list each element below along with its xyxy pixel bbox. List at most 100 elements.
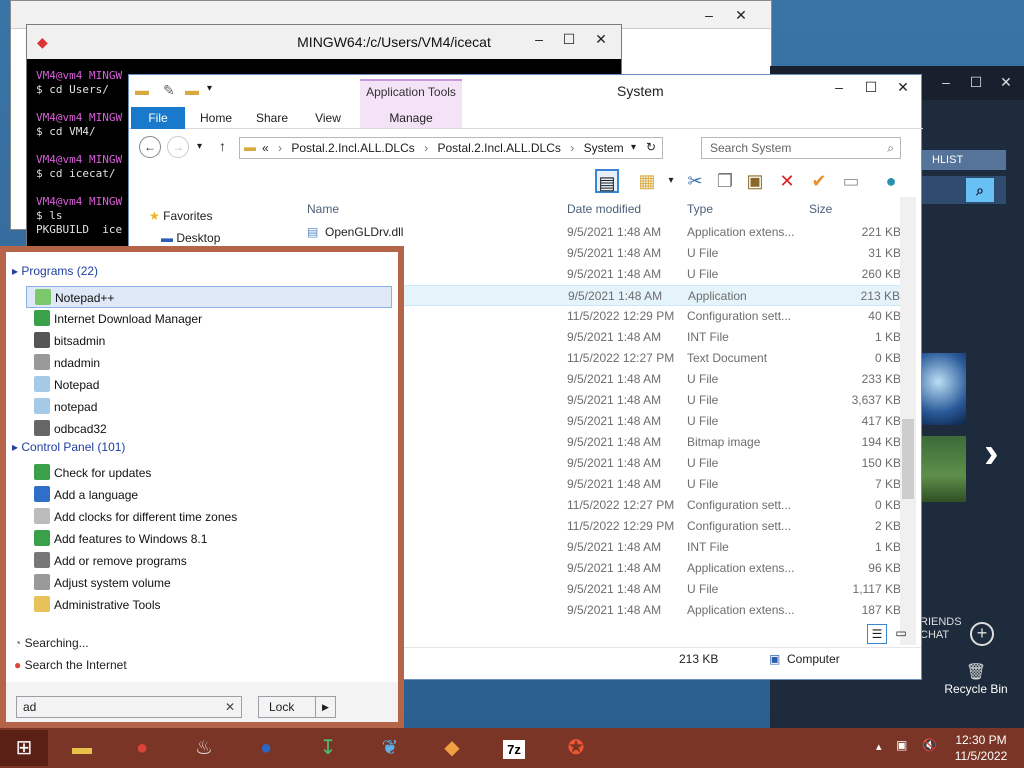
- file-explorer-taskbar-icon[interactable]: ▬: [54, 730, 110, 766]
- recycle-bin[interactable]: 🗑 Recycle Bin: [936, 662, 1016, 696]
- game-art-thumbnail[interactable]: [920, 353, 966, 425]
- minimize-button[interactable]: –: [930, 72, 962, 94]
- paste-icon[interactable]: ▣: [743, 169, 767, 193]
- close-button[interactable]: ✕: [990, 72, 1022, 94]
- breadcrumb-item[interactable]: System: [584, 141, 624, 155]
- file-row[interactable]: ▤ OpenGLDrv.dll 9/5/2021 1:48 AM Applicatio…: [301, 222, 905, 243]
- icecat-taskbar-icon[interactable]: ❦: [362, 730, 418, 766]
- chevron-right-icon[interactable]: ›: [984, 428, 999, 478]
- start-menu-item[interactable]: Administrative Tools: [26, 594, 392, 616]
- properties-icon[interactable]: ▭: [839, 169, 863, 193]
- properties-icon[interactable]: ✎: [163, 82, 175, 99]
- column-name[interactable]: Name: [307, 202, 339, 216]
- copy-icon[interactable]: ❐: [713, 169, 737, 193]
- new-folder-icon[interactable]: ▬: [185, 82, 199, 98]
- breadcrumb-item[interactable]: Postal.2.Incl.ALL.DLCs: [291, 141, 414, 155]
- seven-zip-taskbar-icon[interactable]: 7z: [486, 730, 542, 766]
- minimize-button[interactable]: –: [523, 29, 555, 51]
- start-menu-item[interactable]: Adjust system volume: [26, 572, 392, 594]
- search-internet-item[interactable]: ● Search the Internet: [14, 658, 127, 672]
- nav-favorites[interactable]: ★ Favorites: [149, 209, 212, 223]
- close-button[interactable]: ✕: [887, 77, 919, 99]
- maximize-button[interactable]: ☐: [960, 72, 992, 94]
- file-size: 1 KB: [874, 330, 901, 344]
- forward-icon[interactable]: →: [167, 136, 189, 158]
- chevron-down-icon[interactable]: ▾: [659, 169, 683, 193]
- breadcrumb-item[interactable]: Postal.2.Incl.ALL.DLCs: [437, 141, 560, 155]
- programs-section-header[interactable]: ▸ Programs (22): [12, 264, 98, 278]
- start-menu-item[interactable]: notepad: [26, 396, 392, 418]
- git-taskbar-icon[interactable]: ◆: [424, 730, 480, 766]
- column-size[interactable]: Size: [809, 202, 832, 216]
- delete-icon[interactable]: ✕: [775, 169, 799, 193]
- back-icon[interactable]: ←: [139, 136, 161, 158]
- tab-view[interactable]: View: [303, 107, 353, 129]
- chevron-down-icon[interactable]: ▾: [207, 83, 212, 94]
- preview-pane-icon[interactable]: ▤: [595, 169, 619, 193]
- rename-check-icon[interactable]: ✔: [807, 169, 831, 193]
- maximize-button[interactable]: ☐: [855, 77, 887, 99]
- start-menu-item[interactable]: odbcad32: [26, 418, 392, 440]
- start-menu-item[interactable]: Internet Download Manager: [26, 308, 392, 330]
- lock-button[interactable]: Lock ▶: [258, 696, 336, 718]
- tab-home[interactable]: Home: [191, 107, 241, 129]
- explorer-titlebar[interactable]: ▬ ✎ ▬ ▾ System – ☐ ✕: [129, 75, 921, 107]
- start-button[interactable]: ⊞: [0, 730, 48, 766]
- globe-icon[interactable]: ●: [879, 169, 903, 193]
- game-art-thumbnail[interactable]: [920, 436, 966, 502]
- column-type[interactable]: Type: [687, 202, 713, 216]
- address-bar[interactable]: ▬ « › Postal.2.Incl.ALL.DLCs › Postal.2.…: [239, 137, 663, 159]
- large-icons-view-icon[interactable]: ▭: [891, 624, 911, 644]
- up-icon[interactable]: ↑: [219, 138, 226, 154]
- start-menu-item[interactable]: Notepad: [26, 374, 392, 396]
- maximize-button[interactable]: ☐: [553, 29, 585, 51]
- start-menu-item[interactable]: bitsadmin: [26, 330, 392, 352]
- start-menu-item[interactable]: Add or remove programs: [26, 550, 392, 572]
- cut-icon[interactable]: ✂: [683, 169, 707, 193]
- volume-muted-icon[interactable]: 🔇: [922, 738, 937, 752]
- start-menu-item[interactable]: ndadmin: [26, 352, 392, 374]
- chevron-right-icon[interactable]: ▶: [315, 697, 335, 717]
- column-date[interactable]: Date modified: [567, 202, 641, 216]
- internet-download-manager-taskbar-icon[interactable]: ↧: [300, 730, 356, 766]
- search-input[interactable]: Search System ⌕: [701, 137, 901, 159]
- tab-file[interactable]: File: [131, 107, 185, 129]
- chrome-taskbar-icon[interactable]: ●: [114, 730, 170, 766]
- clear-icon[interactable]: ✕: [225, 697, 235, 717]
- recent-locations-icon[interactable]: ▾: [197, 141, 202, 152]
- start-menu-item[interactable]: Notepad++: [26, 286, 392, 308]
- start-menu-panel: ▸ Programs (22) Notepad++ Internet Downlo…: [6, 252, 398, 722]
- start-menu-item[interactable]: Add features to Windows 8.1: [26, 528, 392, 550]
- add-friend-icon[interactable]: +: [970, 622, 994, 646]
- close-icon[interactable]: ✕: [725, 5, 757, 27]
- start-menu-item[interactable]: Check for updates: [26, 462, 392, 484]
- folder-options-icon[interactable]: ▦: [635, 169, 659, 193]
- search-icon[interactable]: ⌕: [966, 178, 994, 202]
- refresh-icon[interactable]: ↻: [646, 137, 656, 157]
- steam-taskbar-icon[interactable]: ♨: [176, 730, 232, 766]
- breadcrumb-overflow[interactable]: «: [262, 141, 269, 155]
- scrollbar-thumb[interactable]: [902, 419, 914, 499]
- details-view-icon[interactable]: ☰: [867, 624, 887, 644]
- vertical-scrollbar[interactable]: [900, 197, 916, 645]
- file-type: U File: [687, 267, 719, 281]
- taskbar-clock[interactable]: 12:30 PM 11/5/2022: [948, 732, 1014, 764]
- close-button[interactable]: ✕: [585, 29, 617, 51]
- postal2-taskbar-icon[interactable]: ✪: [548, 730, 604, 766]
- chevron-down-icon[interactable]: ▾: [631, 138, 636, 158]
- minimize-button[interactable]: –: [823, 77, 855, 99]
- search-icon[interactable]: ⌕: [887, 138, 894, 158]
- start-menu-item[interactable]: Add clocks for different time zones: [26, 506, 392, 528]
- tab-share[interactable]: Share: [247, 107, 297, 129]
- control-panel-section-header[interactable]: ▸ Control Panel (101): [12, 440, 125, 454]
- network-icon[interactable]: ▣: [896, 738, 907, 752]
- chevron-up-icon[interactable]: ▴: [876, 740, 882, 753]
- terminal-titlebar[interactable]: ◆ MINGW64:/c/Users/VM4/icecat – ☐ ✕: [27, 25, 621, 59]
- minimize-button[interactable]: –: [693, 5, 725, 27]
- start-search-input[interactable]: ad ✕: [16, 696, 242, 718]
- globe-taskbar-icon[interactable]: ●: [238, 730, 294, 766]
- tab-manage[interactable]: Manage: [369, 107, 453, 129]
- start-menu-item[interactable]: Add a language: [26, 484, 392, 506]
- wishlist-button[interactable]: HLIST: [920, 150, 1006, 170]
- nav-desktop[interactable]: ▬ Desktop: [161, 231, 220, 245]
